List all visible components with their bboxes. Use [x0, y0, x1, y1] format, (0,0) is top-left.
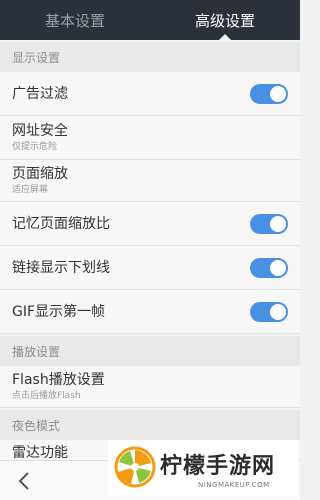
setting-title: 广告过滤 [12, 85, 68, 102]
setting-title: 页面缩放 [12, 166, 68, 182]
watermark-url: NINGMAKEUP.COM [198, 481, 270, 489]
tab-label: 高级设置 [194, 11, 255, 30]
toggle-knob [270, 85, 286, 102]
setting-url-security[interactable]: 网址安全 仅提示危险 [0, 116, 300, 160]
setting-title: Flash播放设置 [12, 372, 105, 388]
ad-filter-toggle[interactable] [250, 83, 288, 104]
setting-subtitle: 适应屏幕 [12, 185, 49, 195]
section-header-display: 显示设置 [0, 42, 300, 72]
setting-ad-filter[interactable]: 广告过滤 [0, 72, 300, 116]
watermark-brand: 柠檬手游网 [160, 454, 276, 479]
active-tab-indicator [219, 34, 231, 40]
section-title: 显示设置 [12, 50, 61, 65]
setting-link-underline[interactable]: 链接显示下划线 [0, 246, 300, 290]
lemon-logo-icon [114, 446, 156, 488]
setting-subtitle: 仅提示危险 [12, 142, 58, 152]
tab-label: 基本设置 [44, 11, 105, 30]
setting-remember-zoom[interactable]: 记忆页面缩放比 [0, 202, 300, 246]
tab-advanced-settings[interactable]: 高级设置 [150, 0, 300, 40]
toggle-knob [270, 259, 286, 276]
chevron-left-icon [18, 472, 29, 490]
setting-title: 网址安全 [12, 123, 68, 139]
setting-title: 链接显示下划线 [12, 259, 110, 276]
setting-flash[interactable]: Flash播放设置 点击后播放Flash [0, 366, 300, 408]
section-header-night: 夜色模式 [0, 410, 300, 440]
back-button[interactable] [12, 469, 36, 493]
section-header-playback: 播放设置 [0, 336, 300, 366]
setting-subtitle: 点击后播放Flash [12, 391, 81, 401]
section-title: 夜色模式 [12, 418, 61, 433]
section-title: 播放设置 [12, 344, 61, 359]
watermark: 柠檬手游网 NINGMAKEUP.COM [108, 440, 298, 496]
setting-title: GIF显示第一帧 [12, 303, 106, 320]
toggle-knob [270, 303, 286, 320]
remember-zoom-toggle[interactable] [250, 213, 288, 234]
link-underline-toggle[interactable] [250, 257, 288, 278]
gif-first-frame-toggle[interactable] [250, 301, 288, 322]
toggle-knob [270, 215, 286, 232]
tab-basic-settings[interactable]: 基本设置 [0, 0, 150, 40]
tab-bar: 基本设置 高级设置 [0, 0, 300, 40]
setting-page-zoom[interactable]: 页面缩放 适应屏幕 [0, 160, 300, 202]
setting-gif-first-frame[interactable]: GIF显示第一帧 [0, 290, 300, 334]
setting-title: 记忆页面缩放比 [12, 215, 110, 232]
